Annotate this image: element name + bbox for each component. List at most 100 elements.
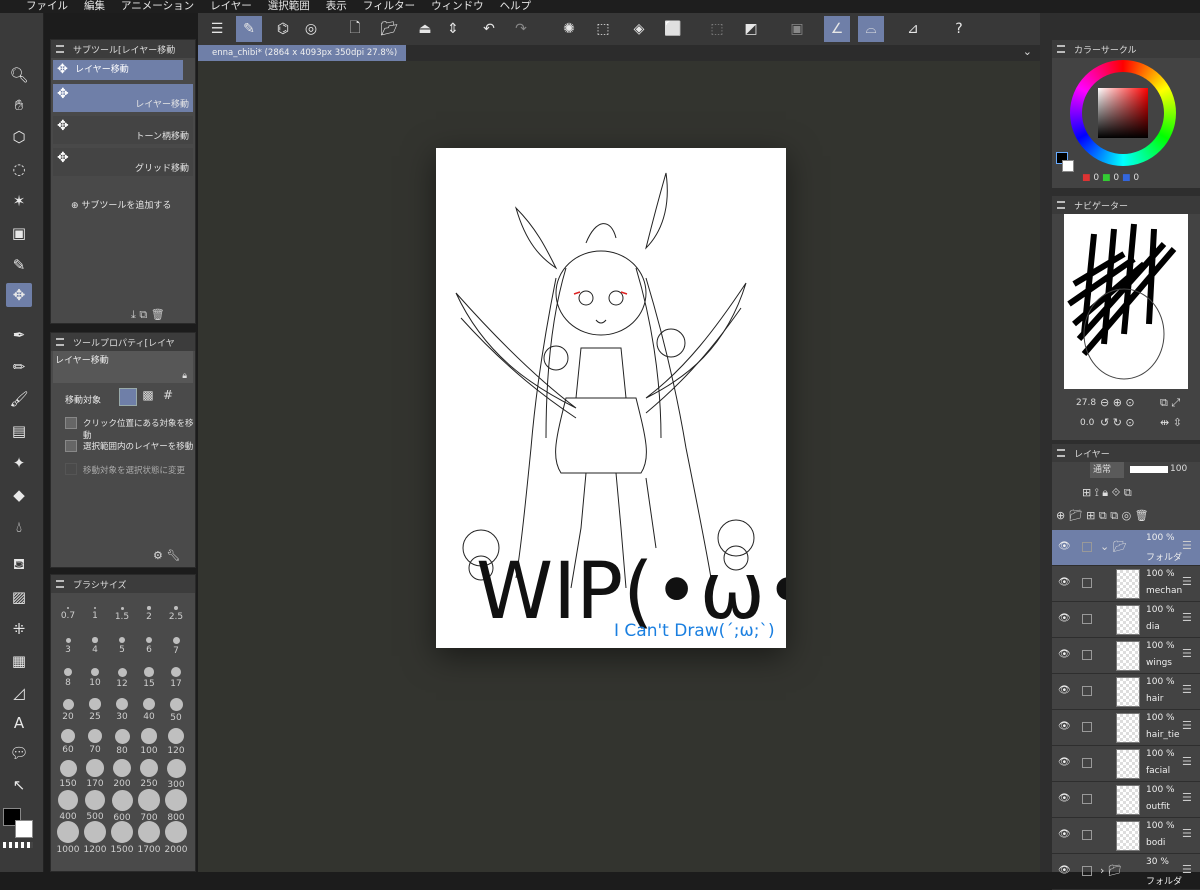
brush-size-option[interactable]: 3 [55, 629, 81, 655]
menu-icon[interactable]: ☰ [1182, 719, 1192, 732]
grid-snap-icon[interactable]: ⊿ [900, 16, 926, 42]
opacity-slider[interactable] [1130, 466, 1168, 473]
brush-size-option[interactable]: 10 [82, 661, 108, 688]
balloon-icon[interactable]: 💬︎ [6, 741, 32, 765]
layer-row[interactable]: 👁︎ 100 % hair ☰ [1052, 674, 1200, 710]
brush-tool-icon[interactable]: 🖌︎ [6, 387, 32, 411]
fill-icon[interactable]: ◈ [626, 16, 652, 42]
ruler-icon[interactable]: ◿ [6, 681, 32, 705]
redo-icon[interactable]: ↷ [508, 16, 534, 42]
brush-size-option[interactable]: 150 [55, 757, 81, 789]
text-tool-icon[interactable]: A [6, 711, 32, 735]
loading-icon[interactable]: ✺ [556, 16, 582, 42]
brush-size-option[interactable]: 15 [136, 661, 162, 689]
menu-icon[interactable]: ☰ [1182, 755, 1192, 768]
eye-icon[interactable]: 👁︎ [1058, 757, 1071, 768]
brush-size-option[interactable]: 8 [55, 661, 81, 688]
menu-icon[interactable]: ☰ [204, 16, 230, 42]
layer-row[interactable]: 👁︎ 100 % bodi ☰ [1052, 818, 1200, 854]
brush-size-option[interactable]: 800 [163, 789, 189, 823]
brush-size-option[interactable]: 20 [55, 693, 81, 722]
brush-size-option[interactable]: 2000 [163, 821, 189, 855]
lock-icon[interactable]: 🔒︎ [182, 371, 187, 381]
brush-size-option[interactable]: 25 [82, 693, 108, 722]
artboard[interactable]: WIP(•ω•) I Can't Draw(´;ω;`) [436, 148, 841, 648]
import-icon[interactable]: ⤓ [131, 308, 136, 321]
pen-tool-icon[interactable]: ✒︎ [6, 323, 32, 347]
brush-size-option[interactable]: 12 [109, 661, 135, 689]
brush-size-option[interactable]: 500 [82, 789, 108, 822]
tab-document[interactable]: enna_chibi* (2864 x 4093px 350dpi 27.8%) [198, 45, 406, 61]
undo-icon[interactable]: ↶ [476, 16, 502, 42]
transparent-swatch[interactable] [3, 842, 33, 848]
settings-icon[interactable]: ⚙︎ 🔧︎ [153, 549, 180, 562]
brush-size-option[interactable]: 200 [109, 757, 135, 789]
hand-tool-icon[interactable]: ✋︎ [6, 93, 32, 117]
layer-row[interactable]: 👁︎ › 📁︎ 30 % フォルダ ☰ [1052, 854, 1200, 890]
menu-icon[interactable]: ☰ [1182, 575, 1192, 588]
rotation-controls[interactable]: ↺ ↻ ⊙ [1100, 416, 1135, 429]
layer-row[interactable]: 👁︎ 100 % outfit ☰ [1052, 782, 1200, 818]
hue-ring[interactable] [1070, 60, 1176, 166]
eye-icon[interactable]: 👁︎ [1058, 613, 1071, 624]
brush-size-option[interactable]: 1500 [109, 821, 135, 855]
spiral-icon[interactable]: ◎ [298, 16, 324, 42]
layer-row[interactable]: 👁︎ 100 % hair_tie ☰ [1052, 710, 1200, 746]
brush-size-option[interactable]: 2.5 [163, 597, 189, 622]
deselect-icon[interactable]: ⬚ [704, 16, 730, 42]
frame-icon[interactable]: ▦ [6, 649, 32, 673]
layer-row[interactable]: 👁︎ 100 % dia ☰ [1052, 602, 1200, 638]
layer-check[interactable] [1082, 830, 1092, 840]
subtool-item-grid-move[interactable]: ✥ グリッド移動 [53, 148, 193, 176]
brush-size-option[interactable]: 1700 [136, 821, 162, 855]
move-target-grid-button[interactable]: # [159, 388, 177, 406]
menu-edit[interactable]: 編集 [76, 0, 113, 13]
eye-icon[interactable]: 👁︎ [1058, 829, 1071, 840]
layer-check[interactable] [1082, 614, 1092, 624]
eyedropper-icon[interactable]: ✎ [6, 253, 32, 277]
layer-row[interactable]: 👁︎ ⌄ 📂︎ 100 % フォルダ ☰ [1052, 530, 1200, 566]
layer-check[interactable] [1082, 578, 1092, 588]
brush-size-option[interactable]: 100 [136, 725, 162, 756]
brush-size-option[interactable]: 300 [163, 757, 189, 790]
edit-icon[interactable]: ✎ [236, 16, 262, 42]
canvas-area[interactable]: WIP(•ω•) I Can't Draw(´;ω;`) [198, 61, 1040, 872]
correct-line-icon[interactable]: ↖ [6, 773, 32, 797]
trash-icon[interactable]: 🗑︎ [151, 308, 165, 321]
brush-size-option[interactable]: 7 [163, 629, 189, 656]
sub-color-swatch[interactable] [1062, 160, 1074, 172]
brush-size-option[interactable]: 4 [82, 629, 108, 655]
lasso-tool-icon[interactable]: ◌ [6, 157, 32, 181]
ruler-snap-icon[interactable]: ∠ [824, 16, 850, 42]
eraser-icon[interactable]: ◆ [6, 483, 32, 507]
brush-size-option[interactable]: 1 [82, 597, 108, 621]
layer-check[interactable] [1082, 866, 1092, 876]
pencil-tool-icon[interactable]: ✏︎ [6, 355, 32, 379]
brush-size-option[interactable]: 5 [109, 629, 135, 655]
transform-icon[interactable]: ⬜ [660, 16, 686, 42]
brush-size-option[interactable]: 600 [109, 789, 135, 823]
eye-icon[interactable]: 👁︎ [1058, 685, 1071, 696]
magic-wand-icon[interactable]: ✶ [6, 189, 32, 213]
clear-icon[interactable]: ⬚ [590, 16, 616, 42]
brush-size-option[interactable]: 1200 [82, 821, 108, 855]
menu-animation[interactable]: アニメーション [113, 0, 202, 13]
menu-icon[interactable]: ☰ [1182, 827, 1192, 840]
brush-size-option[interactable]: 2 [136, 597, 162, 622]
menu-file[interactable]: ファイル [18, 0, 76, 13]
eye-icon[interactable]: 👁︎ [1058, 577, 1071, 588]
menu-help[interactable]: ヘルプ [492, 0, 540, 13]
menu-icon[interactable]: ☰ [1182, 683, 1192, 696]
fit-icons[interactable]: ⧉ ⤢ [1160, 396, 1180, 410]
brush-size-option[interactable]: 6 [136, 629, 162, 655]
blend-mode-select[interactable]: 通常 [1090, 462, 1124, 478]
brush-size-option[interactable]: 120 [163, 725, 189, 756]
figure-icon[interactable]: ⁜ [6, 617, 32, 641]
layer-toolbar-2[interactable]: ⊕ 📁︎ ⊞ ⧉ ⧉ ◎ 🗑︎ [1056, 509, 1149, 523]
menu-icon[interactable]: ☰ [1182, 539, 1192, 552]
brush-size-option[interactable]: 40 [136, 693, 162, 722]
layer-check[interactable] [1082, 542, 1092, 552]
menu-view[interactable]: 表示 [318, 0, 355, 13]
airbrush-icon[interactable]: ▤ [6, 419, 32, 443]
menu-filter[interactable]: フィルター [355, 0, 423, 13]
